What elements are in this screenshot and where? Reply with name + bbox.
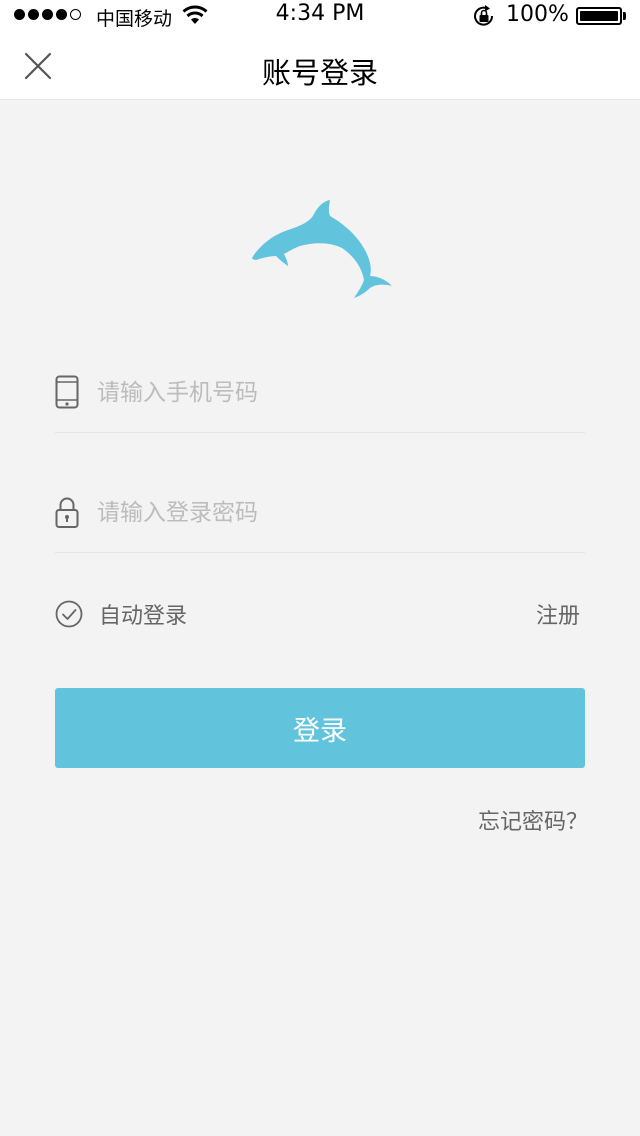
page-title: 账号登录: [261, 56, 378, 90]
forgot-password-link[interactable]: 忘记密码？: [478, 804, 588, 836]
battery-percent: 100%: [506, 2, 569, 27]
auto-login-label: 自动登录: [99, 604, 188, 629]
orientation-lock-icon: [474, 5, 494, 26]
lock-icon: [55, 497, 79, 528]
nav-bar: 账号登录: [0, 32, 640, 100]
battery-tip: [623, 12, 626, 20]
status-bar: 中国移动 4:34 PM 100%: [0, 0, 640, 32]
auto-login-toggle[interactable]: 自动登录: [55, 598, 187, 630]
register-link[interactable]: 注册: [536, 598, 580, 630]
check-circle-icon: [55, 600, 83, 628]
phone-field: [55, 353, 585, 433]
phone-icon: [55, 375, 79, 409]
phone-input[interactable]: [97, 371, 577, 415]
battery-icon: [576, 7, 622, 25]
password-field: [55, 473, 585, 553]
dolphin-logo-icon: [252, 200, 392, 298]
login-button[interactable]: 登录: [55, 688, 585, 768]
password-input[interactable]: [97, 491, 577, 535]
